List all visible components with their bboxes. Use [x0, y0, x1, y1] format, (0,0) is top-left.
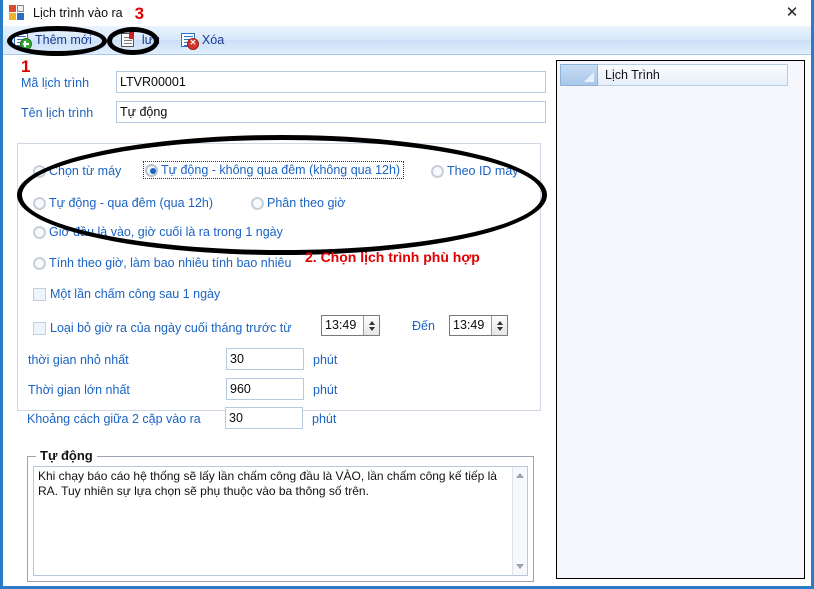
gap-time-unit: phút — [312, 412, 337, 426]
save-button[interactable]: lưu — [116, 28, 166, 52]
chevron-down-icon[interactable] — [368, 326, 375, 331]
add-new-icon — [13, 32, 32, 50]
app-window-icon — [9, 5, 25, 21]
radio-label: Tính theo giờ, làm bao nhiêu tính bao nh… — [49, 256, 292, 270]
application-window: Lịch trình vào ra 3 ✕ Thêm mới lưu ✕ Xóa… — [0, 0, 814, 589]
title-bar: Lịch trình vào ra 3 ✕ — [3, 0, 811, 26]
checkbox-mot-lan-cham-cong[interactable]: Một lần chấm công sau 1 ngày — [33, 287, 220, 301]
annotation-step3: 3 — [134, 3, 145, 23]
delete-button[interactable]: ✕ Xóa — [176, 28, 230, 52]
checkbox-indicator — [33, 321, 46, 335]
save-label: lưu — [141, 33, 160, 47]
max-time-input[interactable]: 960 — [226, 378, 304, 400]
delete-icon: ✕ — [180, 32, 199, 50]
checkbox-indicator — [33, 287, 46, 301]
gap-time-input[interactable]: 30 — [225, 407, 303, 429]
description-group: Tự động Khi chạy báo cáo hệ thống sẽ lấy… — [27, 448, 534, 582]
description-caption: Tự động — [36, 448, 97, 463]
checkbox-label: Loại bỏ giờ ra của ngày cuối tháng trước… — [50, 321, 292, 335]
window-title: Lịch trình vào ra — [33, 6, 123, 20]
radio-chon-tu-may[interactable]: Chọn từ máy — [33, 164, 121, 178]
min-time-unit: phút — [313, 353, 338, 367]
add-new-button[interactable]: Thêm mới — [9, 28, 98, 52]
time-to-arrows[interactable] — [491, 316, 507, 335]
schedule-form-panel: Mã lịch trình LTVR00001 Tên lịch trình T… — [3, 55, 548, 586]
radio-indicator — [251, 196, 264, 210]
schedule-type-group: Chọn từ máy Tự động - không qua đêm (khô… — [17, 143, 541, 411]
radio-indicator — [33, 225, 46, 239]
radio-indicator — [145, 163, 158, 177]
radio-label: Phân theo giờ — [267, 196, 346, 210]
save-icon — [120, 31, 138, 49]
grid-body[interactable] — [560, 87, 801, 575]
description-text: Khi chạy báo cáo hệ thống sẽ lấy lần chấ… — [38, 469, 497, 498]
radio-indicator — [431, 164, 444, 178]
grid-corner-selector[interactable] — [560, 64, 598, 86]
radio-label: Tự động - không qua đêm (không qua 12h) — [161, 163, 401, 177]
code-label: Mã lịch trình — [21, 76, 90, 90]
radio-phan-theo-gio[interactable]: Phân theo giờ — [251, 196, 345, 210]
time-from-arrows[interactable] — [363, 316, 379, 335]
radio-label: Giờ đầu là vào, giờ cuối là ra trong 1 n… — [49, 225, 283, 239]
radio-indicator — [33, 164, 46, 178]
close-icon[interactable]: ✕ — [781, 2, 803, 22]
radio-label: Theo ID máy — [447, 164, 519, 178]
time-to-label: Đến — [412, 319, 435, 333]
radio-tinh-theo-gio[interactable]: Tính theo giờ, làm bao nhiêu tính bao nh… — [33, 256, 291, 270]
gap-time-label: Khoảng cách giữa 2 cặp vào ra — [27, 412, 201, 426]
max-time-unit: phút — [313, 383, 338, 397]
grid-header-row: Lịch Trình — [560, 64, 788, 86]
scroll-down-icon[interactable] — [516, 564, 524, 569]
chevron-up-icon[interactable] — [368, 320, 375, 325]
grid-column-header-lich-trinh[interactable]: Lịch Trình — [598, 64, 788, 86]
radio-tu-dong-khong-qua-dem[interactable]: Tự động - không qua đêm (không qua 12h) — [143, 161, 405, 179]
min-time-label: thời gian nhỏ nhất — [28, 353, 129, 367]
time-from-value[interactable]: 13:49 — [322, 316, 363, 335]
add-new-label: Thêm mới — [35, 33, 92, 47]
time-to-spinner[interactable]: 13:49 — [449, 315, 508, 336]
radio-tu-dong-qua-dem[interactable]: Tự động - qua đêm (qua 12h) — [33, 196, 213, 210]
code-input[interactable]: LTVR00001 — [116, 71, 546, 93]
description-textarea[interactable]: Khi chạy báo cáo hệ thống sẽ lấy lần chấ… — [33, 466, 528, 576]
chevron-up-icon[interactable] — [496, 320, 503, 325]
min-time-input[interactable]: 30 — [226, 348, 304, 370]
radio-label: Tự động - qua đêm (qua 12h) — [49, 196, 214, 210]
chevron-down-icon[interactable] — [496, 326, 503, 331]
description-scrollbar[interactable] — [512, 467, 527, 575]
toolbar: Thêm mới lưu ✕ Xóa — [3, 26, 811, 55]
radio-indicator — [33, 196, 46, 210]
radio-label: Chọn từ máy — [49, 164, 122, 178]
delete-label: Xóa — [201, 33, 225, 47]
name-label: Tên lịch trình — [21, 106, 94, 120]
checkbox-loai-bo-gio-ra[interactable]: Loại bỏ giờ ra của ngày cuối tháng trước… — [33, 321, 292, 335]
checkbox-label: Một lần chấm công sau 1 ngày — [50, 287, 221, 301]
name-input[interactable]: Tự động — [116, 101, 546, 123]
time-to-value[interactable]: 13:49 — [450, 316, 491, 335]
radio-indicator — [33, 256, 46, 270]
radio-theo-id-may[interactable]: Theo ID máy — [431, 164, 519, 178]
max-time-label: Thời gian lớn nhất — [28, 383, 130, 397]
scroll-up-icon[interactable] — [516, 473, 524, 478]
schedule-list-grid[interactable]: Lịch Trình — [556, 60, 805, 579]
radio-gio-dau-la-vao[interactable]: Giờ đầu là vào, giờ cuối là ra trong 1 n… — [33, 225, 283, 239]
time-from-spinner[interactable]: 13:49 — [321, 315, 380, 336]
